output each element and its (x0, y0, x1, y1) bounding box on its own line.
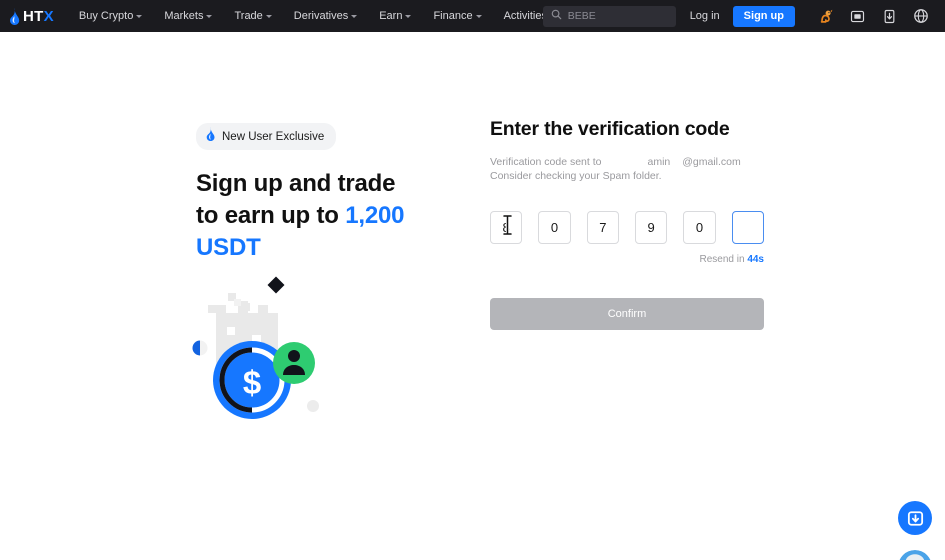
headline-line-2-prefix: to earn up to (196, 202, 346, 230)
search-placeholder: BEBE (567, 10, 596, 22)
chevron-down-icon (265, 14, 272, 18)
otp-digit-4[interactable]: 9 (634, 210, 668, 244)
nav-item-trade[interactable]: Trade (223, 0, 282, 32)
top-navigation-bar: HTX Buy Crypto Markets Trade Derivatives… (0, 0, 945, 32)
nav-label: Derivatives (293, 10, 349, 22)
page-title: Enter the verification code (490, 118, 730, 140)
chevron-down-icon (475, 14, 482, 18)
headline-line-1: Sign up and trade (196, 170, 396, 197)
new-user-badge: New User Exclusive (196, 123, 337, 150)
user-avatar-badge-icon (273, 342, 315, 384)
otp-digit-6[interactable] (731, 210, 764, 244)
headline-amount: 1,200 (345, 202, 405, 230)
dot-accent (307, 400, 319, 412)
avatar-icon (899, 550, 931, 560)
resend-label: Resend in (699, 253, 748, 265)
nav-item-markets[interactable]: Markets (153, 0, 223, 32)
support-assistant-fab[interactable] (898, 550, 932, 560)
signup-reward-illustration: $ (190, 275, 340, 425)
page-body: New User Exclusive Sign up and trade to … (0, 32, 945, 560)
search-icon (551, 7, 562, 25)
resend-seconds: 44s (747, 253, 764, 265)
promo-headline: Sign up and trade to earn up to 1,200 US… (196, 168, 456, 264)
language-globe-icon[interactable] (912, 7, 930, 25)
promo-panel: New User Exclusive Sign up and trade to … (196, 123, 456, 264)
nav-label: Buy Crypto (78, 10, 134, 22)
logo-wordmark: HTX (23, 7, 54, 25)
signup-button[interactable]: Sign up (732, 5, 795, 27)
half-dot-accent (192, 340, 208, 356)
nav-item-buy-crypto[interactable]: Buy Crypto (68, 0, 153, 32)
chevron-down-icon (206, 14, 213, 18)
resend-timer: Resend in 44s (490, 253, 765, 265)
chevron-down-icon (136, 14, 143, 18)
feedback-icon[interactable] (848, 7, 866, 25)
verification-form: Enter the verification code Verification… (490, 118, 764, 330)
svg-text:$: $ (243, 364, 261, 401)
download-fab[interactable] (898, 501, 932, 535)
download-icon (907, 510, 923, 526)
download-app-icon[interactable] (880, 7, 898, 25)
sent-to-label: Verification code sent to (490, 156, 602, 168)
spam-folder-note: Consider checking your Spam folder. (490, 170, 662, 183)
otp-input-group: 8 0 7 9 0 (490, 210, 764, 244)
otp-digit-5[interactable]: 0 (683, 210, 716, 244)
badge-label: New User Exclusive (222, 130, 325, 143)
search-input[interactable]: BEBE (542, 5, 676, 27)
flame-icon (205, 127, 216, 146)
nav-item-derivatives[interactable]: Derivatives (283, 0, 368, 32)
otp-digit-3[interactable]: 7 (586, 210, 619, 244)
otp-digit-2[interactable]: 0 (538, 210, 571, 244)
nav-label: Activities (503, 10, 547, 22)
confirm-button[interactable]: Confirm (490, 297, 764, 330)
masked-email-user: amin (647, 156, 671, 168)
nav-item-earn[interactable]: Earn (368, 0, 422, 32)
gift-mascot-icon[interactable] (816, 7, 834, 25)
login-button[interactable]: Log in (690, 10, 720, 22)
headline-currency: USDT (196, 234, 261, 262)
header-right-cluster: BEBE Log in Sign up (542, 0, 937, 32)
nav-label: Trade (234, 10, 263, 22)
htx-flame-logo-icon (8, 7, 21, 25)
nav-label: Markets (164, 10, 204, 22)
nav-item-finance[interactable]: Finance (422, 0, 492, 32)
htx-logo[interactable]: HTX (8, 7, 54, 25)
nav-label: Earn (379, 10, 403, 22)
chevron-down-icon (405, 14, 412, 18)
masked-email-domain: @gmail.com (682, 156, 741, 168)
diamond-accent (267, 276, 285, 294)
otp-digit-1[interactable]: 8 (490, 210, 523, 244)
nav-label: Finance (433, 10, 473, 22)
chevron-down-icon (351, 14, 358, 18)
verification-subtitle: Verification code sent to amin @gmail.com … (490, 155, 764, 184)
